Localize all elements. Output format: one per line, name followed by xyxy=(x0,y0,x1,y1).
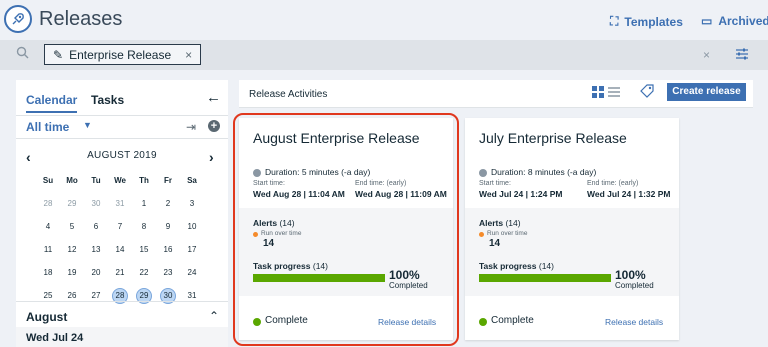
progress-bar xyxy=(479,274,611,282)
calendar-day[interactable]: 11 xyxy=(38,242,58,258)
end-label: End time: (early) xyxy=(587,180,639,187)
weekday-label: Sa xyxy=(187,176,197,185)
search-bar[interactable]: ✎ Enterprise Release × × xyxy=(0,40,768,70)
list-view-icon[interactable] xyxy=(608,85,620,103)
alerts-count: (14) xyxy=(505,218,521,228)
weekday-label: Tu xyxy=(91,176,101,185)
export-icon[interactable]: ⇥ xyxy=(186,120,196,134)
list-item-label: Wed Jul 24 xyxy=(26,332,84,344)
calendar-day[interactable]: 9 xyxy=(158,219,178,235)
archived-link[interactable]: ▭ Archived xyxy=(701,14,768,28)
weekday-label: Fr xyxy=(164,176,172,185)
page-title: Releases xyxy=(39,8,123,30)
templates-link[interactable]: ⛶ Templates xyxy=(610,14,683,29)
chevron-up-icon[interactable]: ⌃ xyxy=(209,309,219,323)
release-title[interactable]: July Enterprise Release xyxy=(479,130,627,146)
end-value: Wed Jul 24 | 1:32 PM xyxy=(587,189,671,199)
collapse-arrow-icon[interactable]: ← xyxy=(206,89,221,106)
tag-icon[interactable] xyxy=(639,83,655,104)
calendar-day[interactable]: 14 xyxy=(110,242,130,258)
time-range-select[interactable]: All time xyxy=(26,120,69,134)
calendar-day[interactable]: 3 xyxy=(182,196,202,212)
calendar-day[interactable]: 17 xyxy=(182,242,202,258)
start-label: Start time: xyxy=(479,180,511,187)
calendar-day[interactable]: 1 xyxy=(134,196,154,212)
calendar-day[interactable]: 4 xyxy=(38,219,58,235)
tag-remove-button[interactable]: × xyxy=(185,48,192,62)
divider xyxy=(16,138,228,139)
filter-tag[interactable]: ✎ Enterprise Release × xyxy=(44,44,202,65)
rocket-logo-icon xyxy=(4,5,32,33)
add-icon[interactable]: + xyxy=(208,120,220,132)
calendar-day[interactable]: 20 xyxy=(86,265,106,281)
calendar-day[interactable]: 2 xyxy=(158,196,178,212)
calendar-day[interactable]: 10 xyxy=(182,219,202,235)
task-progress-heading: Task progress (14) xyxy=(479,261,554,271)
grid-view-icon[interactable] xyxy=(592,85,604,103)
templates-label: Templates xyxy=(624,14,683,29)
calendar-day[interactable]: 31 xyxy=(110,196,130,212)
tag-icon: ✎ xyxy=(53,47,64,62)
filter-settings-icon[interactable] xyxy=(734,46,750,67)
clear-search-button[interactable]: × xyxy=(703,48,710,62)
calendar-day[interactable]: 12 xyxy=(62,242,82,258)
calendar-day[interactable]: 7 xyxy=(110,219,130,235)
calendar-panel: Calendar Tasks ← All time ▼ ⇥ + ‹ AUGUST… xyxy=(16,80,228,347)
status-badge: Complete xyxy=(491,315,534,326)
next-month-icon[interactable]: › xyxy=(209,149,214,165)
task-progress-count: (14) xyxy=(538,261,554,271)
archived-label: Archived xyxy=(718,14,768,28)
start-value: Wed Jul 24 | 1:24 PM xyxy=(479,189,563,199)
progress-percent: 100% xyxy=(615,268,646,282)
calendar-day[interactable]: 6 xyxy=(86,219,106,235)
calendar-day[interactable]: 21 xyxy=(110,265,130,281)
calendar-day[interactable]: 24 xyxy=(182,265,202,281)
release-card[interactable]: July Enterprise Release Duration: 8 minu… xyxy=(465,118,679,340)
alerts-heading: Alerts (14) xyxy=(479,218,521,228)
templates-icon: ⛶ xyxy=(610,14,619,28)
create-release-button[interactable]: Create release xyxy=(667,83,746,101)
weekday-label: Su xyxy=(42,176,54,185)
calendar-day[interactable]: 18 xyxy=(38,265,58,281)
calendar-month-label: AUGUST 2019 xyxy=(87,150,157,161)
release-details-link[interactable]: Release details xyxy=(605,317,663,327)
calendar-day[interactable]: 30 xyxy=(86,196,106,212)
archive-icon: ▭ xyxy=(701,14,713,28)
calendar-day[interactable]: 28 xyxy=(38,196,58,212)
warning-dot-icon xyxy=(479,232,484,237)
panel-tabs: Calendar Tasks ← xyxy=(16,80,228,116)
filter-tag-label: Enterprise Release xyxy=(69,47,172,62)
weekday-label: We xyxy=(114,176,126,185)
calendar-day[interactable]: 8 xyxy=(134,219,154,235)
calendar-day[interactable]: 23 xyxy=(158,265,178,281)
calendar-day[interactable]: 29 xyxy=(62,196,82,212)
calendar-day[interactable]: 5 xyxy=(62,219,82,235)
app-header: Releases ⛶ Templates ▭ Archived xyxy=(0,0,768,40)
alerts-label: Alerts xyxy=(479,218,504,228)
section-title: August xyxy=(26,310,68,324)
divider xyxy=(16,301,228,302)
task-progress-label: Task progress xyxy=(479,261,537,271)
tab-tasks[interactable]: Tasks xyxy=(91,93,124,107)
calendar-day[interactable]: 13 xyxy=(86,242,106,258)
weekday-label: Th xyxy=(139,176,149,185)
chevron-down-icon[interactable]: ▼ xyxy=(83,120,92,130)
clock-icon xyxy=(479,169,487,177)
toolbar-title: Release Activities xyxy=(249,89,328,100)
weekday-label: Mo xyxy=(66,176,78,185)
calendar-day[interactable]: 19 xyxy=(62,265,82,281)
duration-text: Duration: 8 minutes (-a day) xyxy=(491,167,597,177)
tab-calendar[interactable]: Calendar xyxy=(26,93,78,113)
list-item[interactable]: Wed Jul 24 xyxy=(16,327,228,347)
search-icon[interactable] xyxy=(16,46,30,65)
run-over-time-value: 14 xyxy=(489,238,501,249)
status-dot-icon xyxy=(479,318,487,326)
calendar-day[interactable]: 16 xyxy=(158,242,178,258)
calendar-day[interactable]: 22 xyxy=(134,265,154,281)
activities-toolbar: Release Activities Create release xyxy=(239,80,753,108)
run-over-time-label: Run over time xyxy=(487,230,528,237)
completed-label: Completed xyxy=(615,281,654,290)
selection-highlight xyxy=(233,113,459,346)
calendar-day[interactable]: 15 xyxy=(134,242,154,258)
